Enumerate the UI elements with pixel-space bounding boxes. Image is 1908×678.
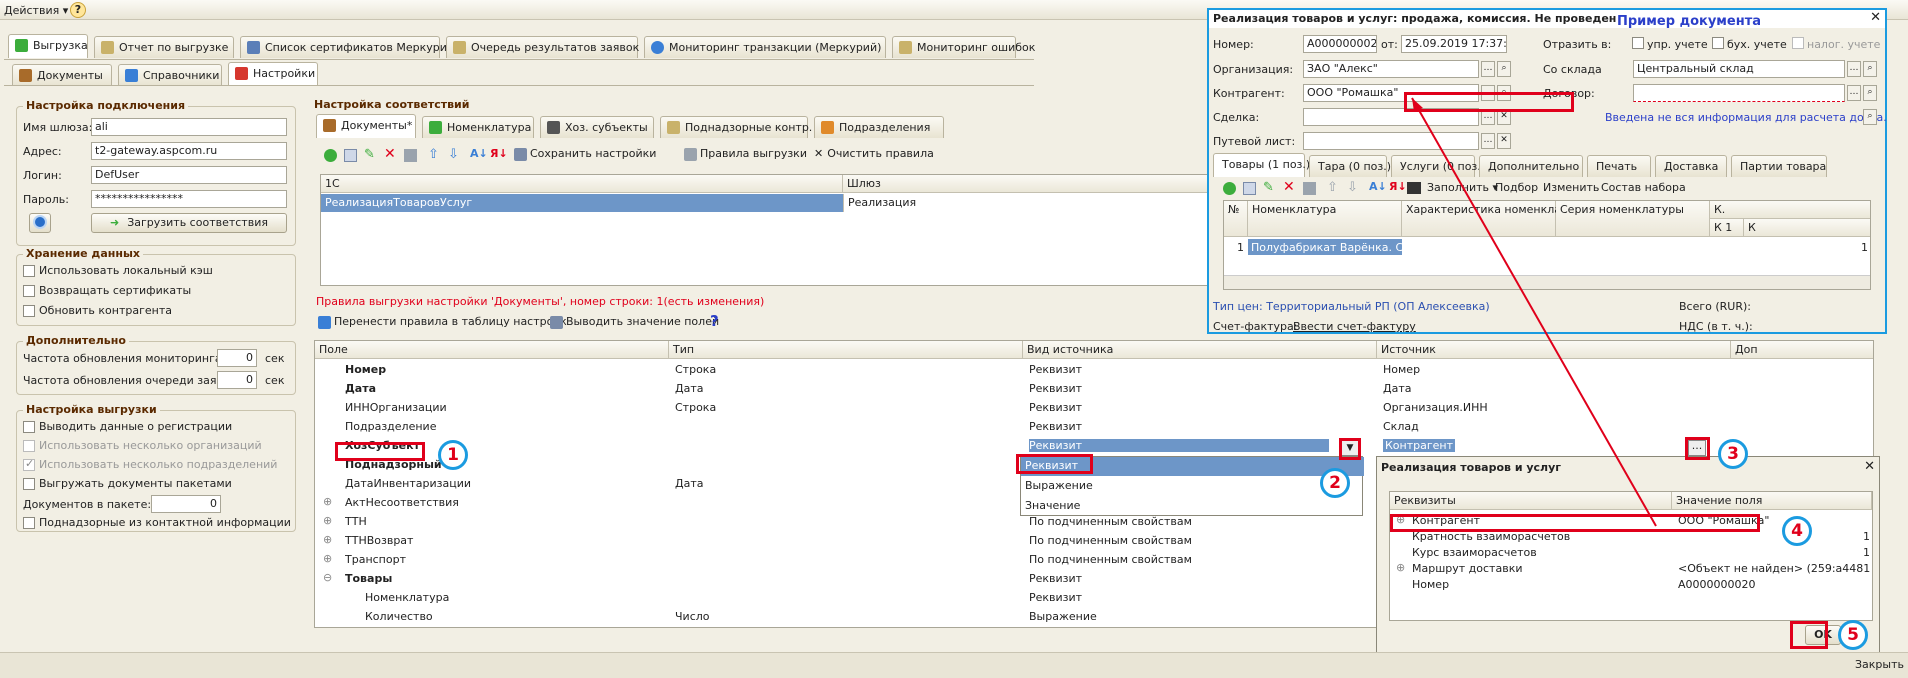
annotation-arrow bbox=[1411, 97, 1657, 527]
marker-4: 4 bbox=[1782, 516, 1812, 546]
highlight-select-button bbox=[1685, 437, 1710, 460]
highlight-counterparty-input bbox=[1404, 92, 1574, 112]
highlight-attribute-option bbox=[1016, 454, 1093, 474]
marker-2: 2 bbox=[1320, 468, 1350, 498]
highlight-counterparty-row bbox=[1390, 514, 1760, 532]
highlight-ok-button bbox=[1790, 621, 1828, 649]
highlight-subject-field bbox=[335, 442, 425, 461]
highlight-dropdown-arrow bbox=[1339, 438, 1361, 460]
marker-5: 5 bbox=[1838, 620, 1868, 650]
marker-1: 1 bbox=[438, 440, 468, 470]
marker-3: 3 bbox=[1718, 439, 1748, 469]
